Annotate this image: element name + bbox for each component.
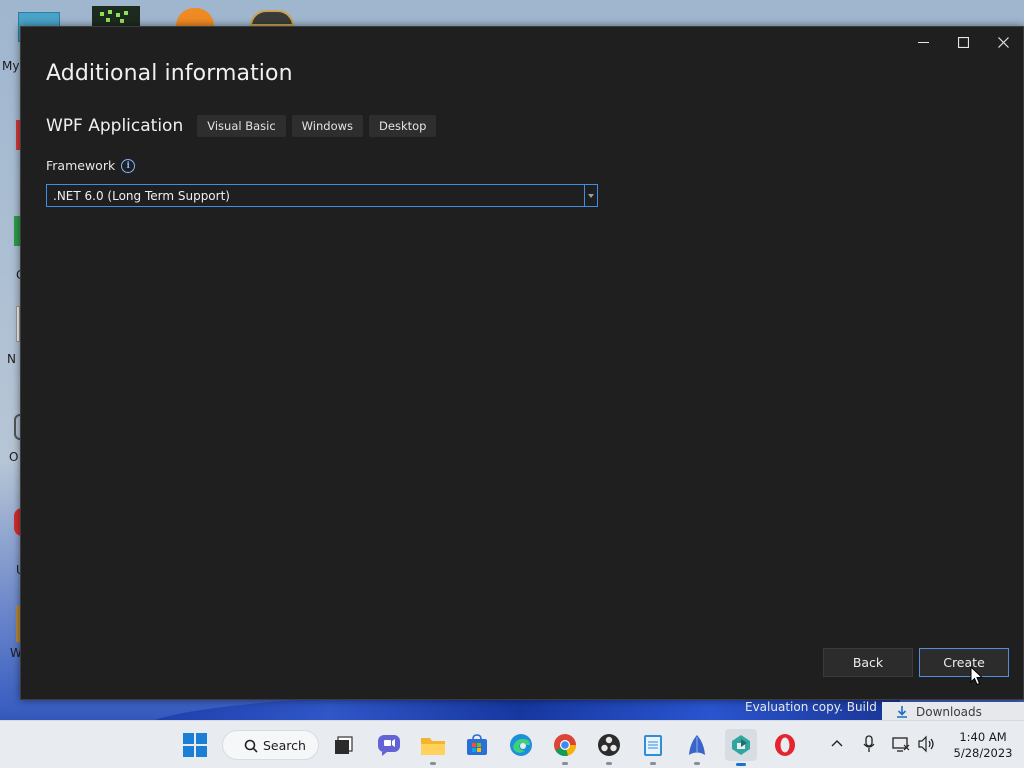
minimize-button[interactable] (903, 27, 943, 57)
start-icon (183, 733, 207, 757)
close-button[interactable] (983, 27, 1023, 57)
desktop-label-n: N (7, 352, 16, 366)
additional-info-dialog: Additional information WPF Application V… (20, 26, 1024, 700)
dropdown-arrow-button[interactable] (584, 185, 597, 206)
desktop-label-my: My (2, 59, 20, 73)
system-clock[interactable]: 1:40 AM 5/28/2023 (950, 729, 1016, 761)
desktop-icon-3[interactable] (176, 8, 214, 26)
file-explorer-button[interactable] (417, 729, 449, 765)
running-indicator (606, 762, 612, 765)
downloads-label: Downloads (916, 705, 982, 719)
volume-icon[interactable] (917, 735, 935, 753)
maximize-button[interactable] (943, 27, 983, 57)
tag-project-type: Desktop (369, 115, 437, 137)
opera-icon (775, 734, 795, 756)
desktop-icon-2[interactable] (92, 6, 140, 26)
framework-label-row: Framework i (46, 158, 136, 173)
downloads-notification[interactable]: Downloads (882, 702, 1024, 722)
chat-button[interactable] (373, 729, 405, 761)
obs-button[interactable] (593, 729, 625, 765)
file-explorer-icon (421, 738, 445, 755)
taskbar: Search 1:40 AM 5/28/2023 (0, 720, 1024, 768)
close-icon (997, 36, 1009, 48)
dialog-title: Additional information (46, 61, 293, 86)
obs-icon (598, 734, 620, 756)
framework-selected-value: .NET 6.0 (Long Term Support) (53, 188, 230, 203)
framework-label: Framework (46, 158, 116, 173)
task-view-icon (335, 736, 353, 754)
network-icon[interactable] (892, 735, 910, 753)
create-button[interactable]: Create (919, 648, 1009, 677)
microphone-icon[interactable] (863, 735, 875, 753)
info-icon[interactable]: i (121, 158, 136, 173)
visual-studio-installer-icon (732, 735, 750, 755)
chrome-icon (554, 734, 576, 757)
search-label: Search (263, 737, 306, 753)
chat-icon (378, 735, 400, 756)
taskbar-search[interactable]: Search (222, 730, 319, 760)
edge-icon (510, 734, 532, 756)
microsoft-store-icon (467, 734, 487, 755)
running-indicator (694, 762, 700, 765)
template-summary: WPF Application Visual Basic Windows Des… (46, 115, 442, 137)
window-controls (903, 27, 1023, 57)
chevron-down-icon (588, 193, 594, 198)
desktop-icon-4[interactable] (250, 10, 294, 26)
framework-dropdown[interactable]: .NET 6.0 (Long Term Support) (46, 184, 598, 207)
clock-time: 1:40 AM (959, 730, 1007, 744)
chevron-up-icon[interactable] (831, 739, 843, 747)
tag-platform: Windows (291, 115, 364, 137)
template-name: WPF Application (46, 116, 184, 136)
search-icon (244, 739, 258, 753)
desktop-label-o: O (9, 450, 19, 464)
feather-app-button[interactable] (681, 729, 713, 765)
edge-button[interactable] (505, 729, 537, 761)
mouse-cursor-icon (970, 666, 984, 686)
evaluation-watermark: Evaluation copy. Build 25 (745, 700, 876, 714)
microsoft-store-button[interactable] (461, 729, 493, 761)
start-button[interactable] (179, 729, 211, 761)
feather-app-icon (689, 735, 705, 755)
back-button[interactable]: Back (823, 648, 913, 677)
minimize-icon (917, 41, 929, 43)
running-indicator (430, 762, 436, 765)
running-indicator (650, 762, 656, 765)
clock-date: 5/28/2023 (953, 746, 1013, 760)
chrome-button[interactable] (549, 729, 581, 765)
notepad-button[interactable] (637, 729, 669, 765)
tag-language: Visual Basic (197, 115, 286, 137)
maximize-icon (957, 36, 969, 48)
opera-button[interactable] (769, 729, 801, 761)
task-view-button[interactable] (328, 729, 360, 761)
visual-studio-installer-button[interactable] (725, 729, 757, 766)
notepad-icon (644, 735, 662, 756)
running-indicator (562, 762, 568, 765)
download-icon (897, 706, 907, 718)
